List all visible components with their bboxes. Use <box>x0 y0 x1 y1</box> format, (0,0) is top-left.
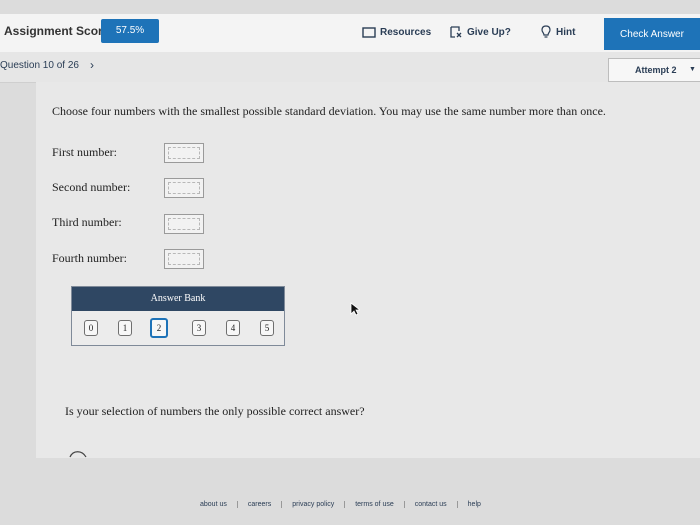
followup-question: Is your selection of numbers the only po… <box>65 404 365 418</box>
mouse-cursor-icon <box>350 302 360 316</box>
question-prompt: Choose four numbers with the smallest po… <box>52 104 606 118</box>
partial-radio-icon <box>69 451 87 458</box>
footer-about-us-link[interactable]: about us <box>190 500 238 508</box>
chevron-right-icon[interactable]: › <box>90 58 94 72</box>
top-bar: Assignment Score: 57.5% Resources Give U… <box>0 14 700 53</box>
second-number-dropzone[interactable] <box>164 178 204 198</box>
answer-chip[interactable]: 1 <box>118 320 132 336</box>
answer-bank-title: Answer Bank <box>72 287 284 311</box>
hint-label: Hint <box>556 26 576 38</box>
resources-label: Resources <box>380 26 432 38</box>
answer-chip-selected[interactable]: 2 <box>150 318 168 338</box>
question-bar: Question 10 of 26 › Attempt 2 ▼ <box>0 52 700 83</box>
assignment-score-label: Assignment Score: <box>4 24 114 38</box>
footer-links: about us careers privacy policy terms of… <box>190 494 491 514</box>
footer-help-link[interactable]: help <box>458 501 491 508</box>
footer-careers-link[interactable]: careers <box>238 500 283 508</box>
give-up-icon <box>450 26 462 38</box>
attempt-dropdown[interactable]: Attempt 2 ▼ <box>608 58 700 82</box>
answer-chip[interactable]: 0 <box>84 320 98 336</box>
resources-button[interactable]: Resources <box>362 22 431 42</box>
footer-privacy-policy-link[interactable]: privacy policy <box>282 500 346 508</box>
second-number-label: Second number: <box>52 180 131 194</box>
lightbulb-icon <box>541 25 551 38</box>
footer-terms-of-use-link[interactable]: terms of use <box>345 500 405 508</box>
give-up-label: Give Up? <box>467 26 511 38</box>
third-number-dropzone[interactable] <box>164 214 204 234</box>
answer-chip[interactable]: 3 <box>192 320 206 336</box>
assignment-score-value: 57.5% <box>101 19 159 43</box>
answer-bank: Answer Bank 0 1 2 3 4 5 <box>71 286 285 346</box>
caret-down-icon: ▼ <box>689 66 696 73</box>
first-number-dropzone[interactable] <box>164 143 204 163</box>
first-number-label: First number: <box>52 145 117 159</box>
answer-chip[interactable]: 5 <box>260 320 274 336</box>
question-panel: Choose four numbers with the smallest po… <box>36 82 700 458</box>
question-counter: Question 10 of 26 <box>0 60 79 71</box>
answer-bank-items: 0 1 2 3 4 5 <box>72 311 284 345</box>
answer-chip[interactable]: 4 <box>226 320 240 336</box>
folder-icon <box>362 27 376 38</box>
fourth-number-dropzone[interactable] <box>164 249 204 269</box>
give-up-button[interactable]: Give Up? <box>449 22 511 42</box>
check-answer-button[interactable]: Check Answer <box>604 18 700 50</box>
attempt-label: Attempt 2 <box>635 65 677 75</box>
hint-button[interactable]: Hint <box>540 22 575 42</box>
footer-contact-us-link[interactable]: contact us <box>405 500 458 508</box>
fourth-number-label: Fourth number: <box>52 251 127 265</box>
third-number-label: Third number: <box>52 215 122 229</box>
